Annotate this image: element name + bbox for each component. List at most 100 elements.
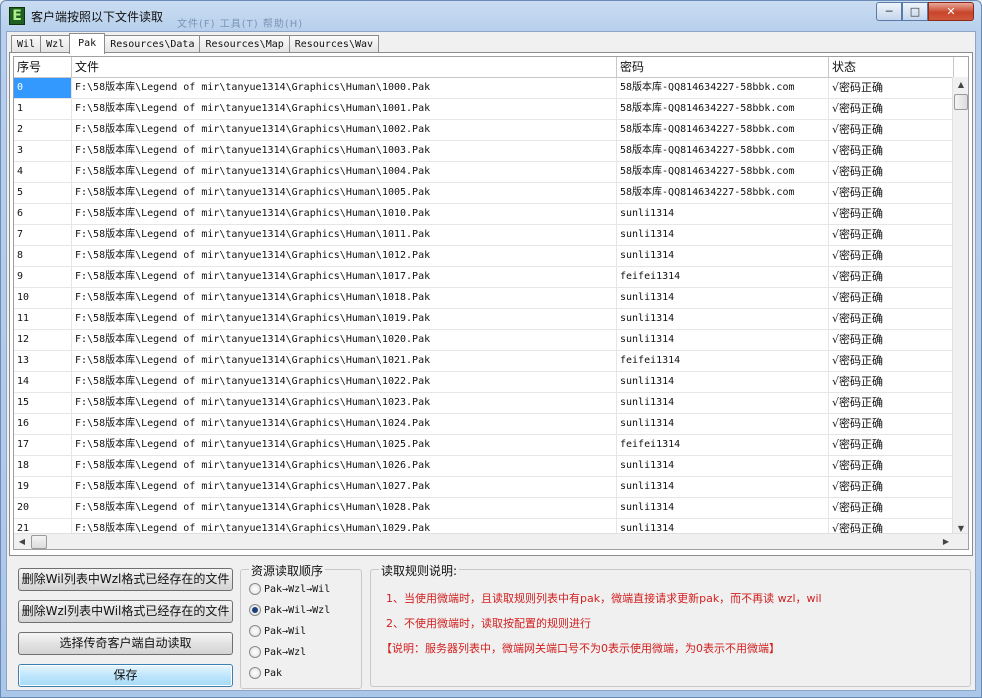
vertical-scroll-thumb[interactable] <box>954 94 968 110</box>
order-option-pak-wil[interactable]: Pak→Wil <box>249 625 306 637</box>
cell-status: √密码正确 <box>829 162 954 182</box>
table-row[interactable]: 4 F:\58版本库\Legend of mir\tanyue1314\Graph… <box>14 162 954 183</box>
header-password[interactable]: 密码 <box>617 57 829 78</box>
header-index[interactable]: 序号 <box>14 57 72 78</box>
radio-icon[interactable] <box>249 667 261 679</box>
table-row[interactable]: 5 F:\58版本库\Legend of mir\tanyue1314\Graph… <box>14 183 954 204</box>
auto-read-client-button[interactable]: 选择传奇客户端自动读取 <box>18 632 233 655</box>
save-button[interactable]: 保存 <box>18 664 233 687</box>
table-row[interactable]: 20 F:\58版本库\Legend of mir\tanyue1314\Grap… <box>14 498 954 519</box>
app-icon: E <box>9 7 25 25</box>
horizontal-scrollbar[interactable]: ◀ ▶ <box>14 533 968 549</box>
cell-password: feifei1314 <box>617 435 829 455</box>
horizontal-scroll-thumb[interactable] <box>31 535 47 549</box>
minimize-button[interactable]: ─ <box>876 2 902 21</box>
order-option-pak-wzl[interactable]: Pak→Wzl <box>249 646 306 658</box>
cell-index: 1 <box>14 99 72 119</box>
header-file[interactable]: 文件 <box>72 57 617 78</box>
cell-status: √密码正确 <box>829 204 954 224</box>
rule-line-2: 2、不使用微端时，读取按配置的规则进行 <box>386 617 591 630</box>
cell-file: F:\58版本库\Legend of mir\tanyue1314\Graphi… <box>72 267 617 287</box>
rule-line-3: 【说明：服务器列表中，微端网关端口号不为0表示使用微端，为0表示不用微端】 <box>381 642 780 655</box>
tab-resources-map[interactable]: Resources\Map <box>199 35 290 53</box>
title-ghost-text: 文件(F) 工具(T) 帮助(H) <box>177 19 304 30</box>
header-status[interactable]: 状态 <box>829 57 954 78</box>
tab-resources-data[interactable]: Resources\Data <box>104 35 201 53</box>
order-option-pak-wil-wzl[interactable]: Pak→Wil→Wzl <box>249 604 330 616</box>
radio-icon[interactable] <box>249 583 261 595</box>
cell-status: √密码正确 <box>829 456 954 476</box>
scroll-right-icon[interactable]: ▶ <box>938 534 954 549</box>
table-row[interactable]: 19 F:\58版本库\Legend of mir\tanyue1314\Grap… <box>14 477 954 498</box>
table-row[interactable]: 13 F:\58版本库\Legend of mir\tanyue1314\Grap… <box>14 351 954 372</box>
table-row[interactable]: 1 F:\58版本库\Legend of mir\tanyue1314\Graph… <box>14 99 954 120</box>
table-row[interactable]: 14 F:\58版本库\Legend of mir\tanyue1314\Grap… <box>14 372 954 393</box>
cell-index: 3 <box>14 141 72 161</box>
minimize-icon: ─ <box>885 5 893 18</box>
radio-icon[interactable] <box>249 625 261 637</box>
table-row[interactable]: 10 F:\58版本库\Legend of mir\tanyue1314\Grap… <box>14 288 954 309</box>
table-row[interactable]: 18 F:\58版本库\Legend of mir\tanyue1314\Grap… <box>14 456 954 477</box>
cell-password: sunli1314 <box>617 456 829 476</box>
table-row[interactable]: 3 F:\58版本库\Legend of mir\tanyue1314\Graph… <box>14 141 954 162</box>
cell-index: 19 <box>14 477 72 497</box>
cell-status: √密码正确 <box>829 120 954 140</box>
table-row[interactable]: 15 F:\58版本库\Legend of mir\tanyue1314\Grap… <box>14 393 954 414</box>
cell-index: 14 <box>14 372 72 392</box>
tab-wil[interactable]: Wil <box>11 35 42 53</box>
order-option-pak[interactable]: Pak <box>249 667 282 679</box>
table-row[interactable]: 7 F:\58版本库\Legend of mir\tanyue1314\Graph… <box>14 225 954 246</box>
cell-file: F:\58版本库\Legend of mir\tanyue1314\Graphi… <box>72 435 617 455</box>
cell-status: √密码正确 <box>829 351 954 371</box>
table-row[interactable]: 9 F:\58版本库\Legend of mir\tanyue1314\Graph… <box>14 267 954 288</box>
scroll-left-icon[interactable]: ◀ <box>14 534 30 549</box>
cell-status: √密码正确 <box>829 477 954 497</box>
close-button[interactable]: ✕ <box>928 2 974 21</box>
cell-status: √密码正确 <box>829 141 954 161</box>
table-row[interactable]: 0 F:\58版本库\Legend of mir\tanyue1314\Graph… <box>14 78 954 99</box>
cell-status: √密码正确 <box>829 246 954 266</box>
grid-rows: 0 F:\58版本库\Legend of mir\tanyue1314\Graph… <box>14 78 954 540</box>
radio-icon[interactable] <box>249 604 261 616</box>
scroll-up-icon[interactable]: ▲ <box>953 77 968 93</box>
file-grid[interactable]: 序号 文件 密码 状态 0 F:\58版本库\Legend of mir\tany… <box>13 56 969 550</box>
order-option-pak-wzl-wil[interactable]: Pak→Wzl→Wil <box>249 583 330 595</box>
delete-wzl-duplicates-button[interactable]: 删除Wzl列表中Wil格式已经存在的文件 <box>18 600 233 623</box>
table-row[interactable]: 11 F:\58版本库\Legend of mir\tanyue1314\Grap… <box>14 309 954 330</box>
radio-icon[interactable] <box>249 646 261 658</box>
tab-resources-wav[interactable]: Resources\Wav <box>288 35 380 53</box>
table-row[interactable]: 8 F:\58版本库\Legend of mir\tanyue1314\Graph… <box>14 246 954 267</box>
tab-pak[interactable]: Pak <box>69 33 106 54</box>
read-order-legend: 资源读取顺序 <box>249 562 326 579</box>
cell-status: √密码正确 <box>829 330 954 350</box>
client-area: Wil Wzl Pak Resources\Data Resources\Map… <box>6 31 976 691</box>
table-row[interactable]: 12 F:\58版本库\Legend of mir\tanyue1314\Grap… <box>14 330 954 351</box>
rule-line-1: 1、当使用微端时，且读取规则列表中有pak，微端直接请求更新pak，而不再读 w… <box>386 592 822 605</box>
cell-index: 20 <box>14 498 72 518</box>
table-row[interactable]: 16 F:\58版本库\Legend of mir\tanyue1314\Grap… <box>14 414 954 435</box>
table-row[interactable]: 6 F:\58版本库\Legend of mir\tanyue1314\Graph… <box>14 204 954 225</box>
cell-password: sunli1314 <box>617 204 829 224</box>
table-row[interactable]: 2 F:\58版本库\Legend of mir\tanyue1314\Graph… <box>14 120 954 141</box>
maximize-button[interactable]: □ <box>902 2 928 21</box>
delete-wil-duplicates-button[interactable]: 删除Wil列表中Wzl格式已经存在的文件 <box>18 568 233 591</box>
cell-index: 17 <box>14 435 72 455</box>
order-option-label: Pak→Wzl <box>264 646 307 658</box>
cell-password: 58版本库-QQ814634227-58bbk.com <box>617 99 829 119</box>
cell-index: 8 <box>14 246 72 266</box>
vertical-scrollbar[interactable]: ▲ ▼ <box>952 77 968 537</box>
cell-file: F:\58版本库\Legend of mir\tanyue1314\Graphi… <box>72 225 617 245</box>
cell-file: F:\58版本库\Legend of mir\tanyue1314\Graphi… <box>72 351 617 371</box>
cell-index: 10 <box>14 288 72 308</box>
main-window: E 客户端按照以下文件读取 文件(F) 工具(T) 帮助(H) ─ □ ✕ Wi… <box>0 0 982 698</box>
cell-password: 58版本库-QQ814634227-58bbk.com <box>617 162 829 182</box>
cell-file: F:\58版本库\Legend of mir\tanyue1314\Graphi… <box>72 309 617 329</box>
cell-file: F:\58版本库\Legend of mir\tanyue1314\Graphi… <box>72 330 617 350</box>
cell-password: 58版本库-QQ814634227-58bbk.com <box>617 183 829 203</box>
cell-password: sunli1314 <box>617 498 829 518</box>
cell-password: sunli1314 <box>617 309 829 329</box>
cell-file: F:\58版本库\Legend of mir\tanyue1314\Graphi… <box>72 414 617 434</box>
table-row[interactable]: 17 F:\58版本库\Legend of mir\tanyue1314\Grap… <box>14 435 954 456</box>
tab-wzl[interactable]: Wzl <box>40 35 71 53</box>
title-bar[interactable]: E 客户端按照以下文件读取 文件(F) 工具(T) 帮助(H) ─ □ ✕ <box>1 1 981 31</box>
